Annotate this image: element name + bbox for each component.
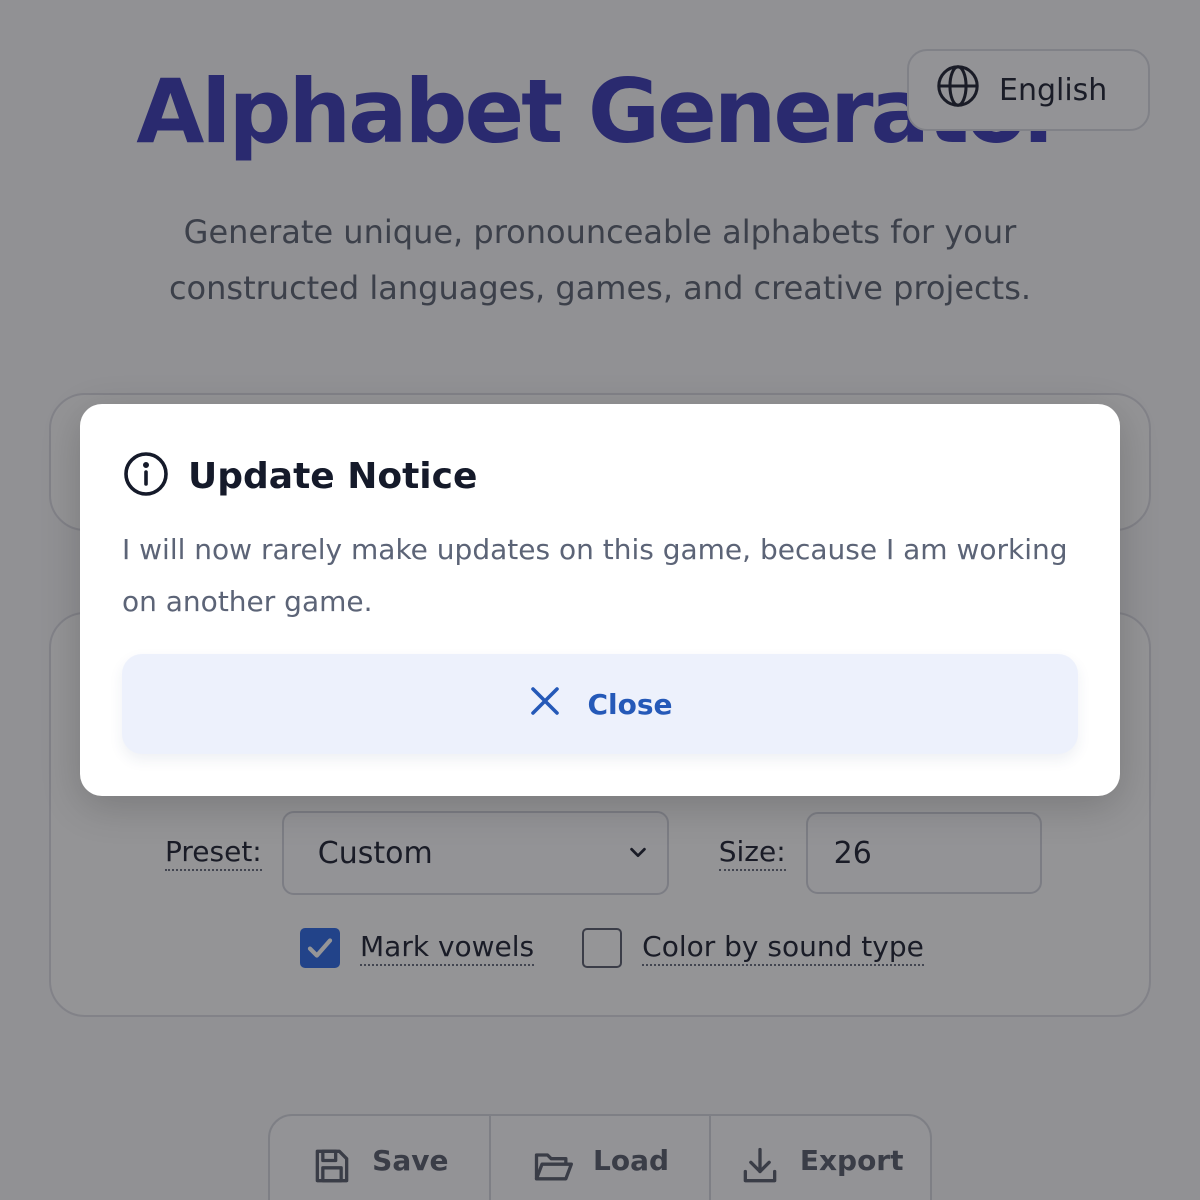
dialog-message: I will now rarely make updates on this g…: [122, 533, 1068, 618]
dialog-title: Update Notice: [188, 455, 478, 497]
dialog-header: Update Notice: [122, 450, 477, 502]
update-notice-dialog: Update Notice I will now rarely make upd…: [80, 404, 1120, 796]
close-icon: [527, 683, 563, 726]
info-icon: [122, 450, 170, 502]
close-label: Close: [587, 687, 673, 721]
close-button[interactable]: Close: [122, 654, 1078, 754]
